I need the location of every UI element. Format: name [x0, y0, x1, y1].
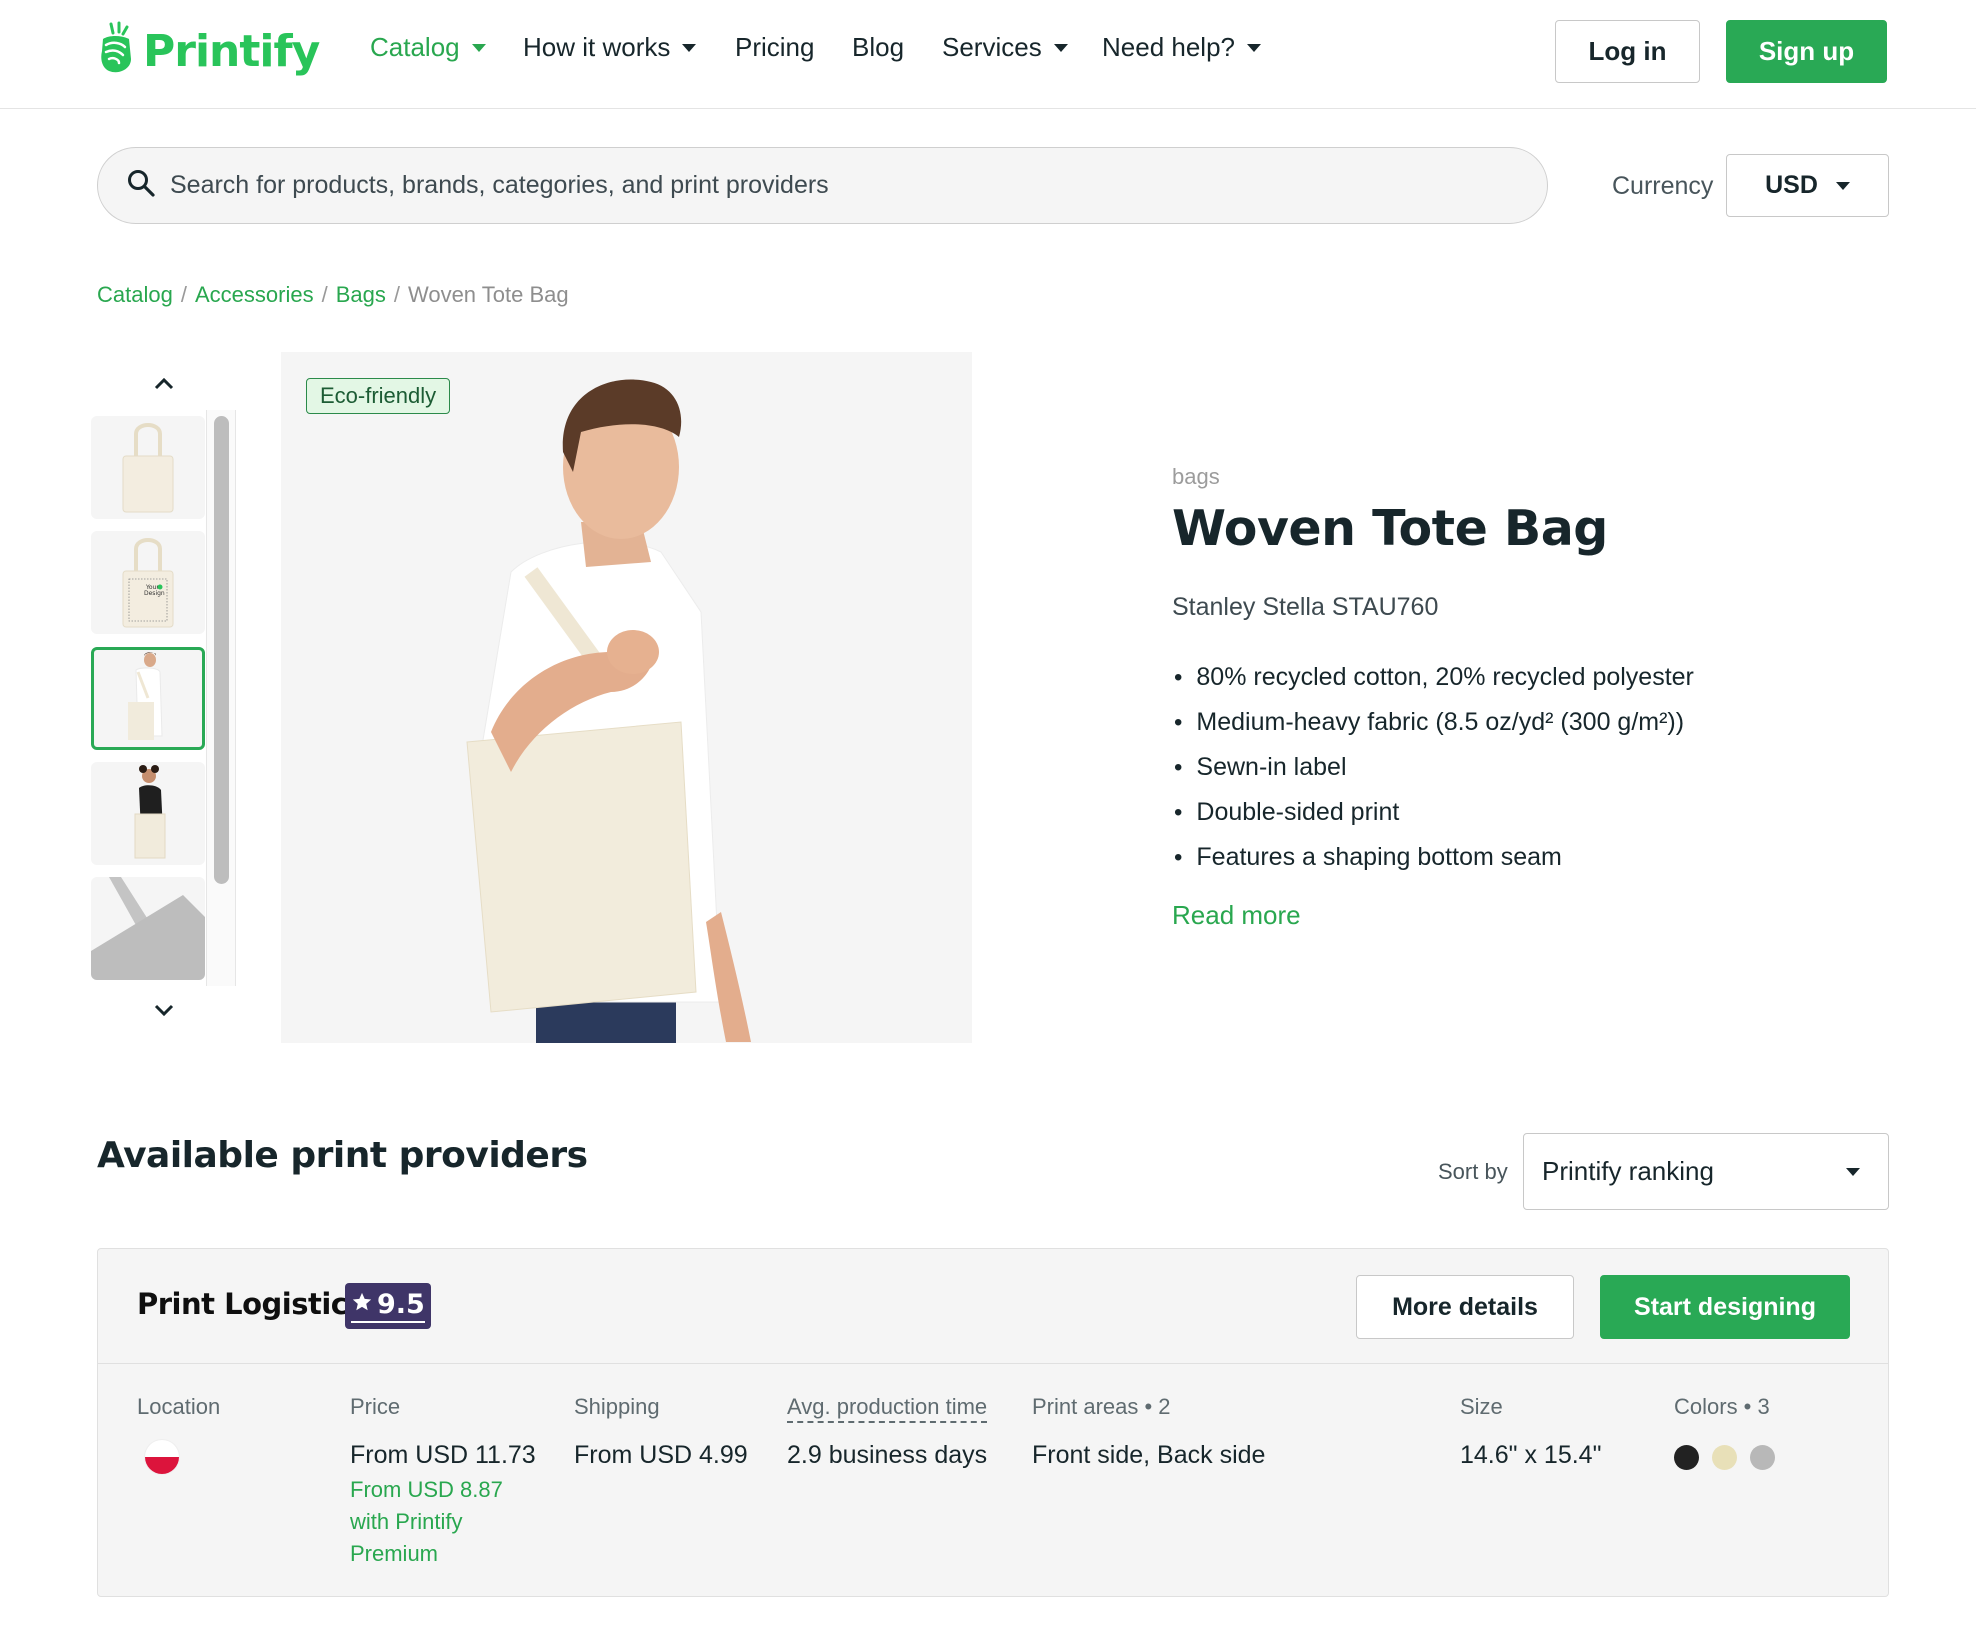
logo-hand-icon: [97, 21, 137, 82]
thumbnail-4[interactable]: [91, 762, 205, 865]
currency-select[interactable]: USD: [1726, 154, 1889, 217]
tote-bag-image: [122, 423, 174, 513]
print-areas-value: Front side, Back side: [1032, 1441, 1266, 1469]
breadcrumb-accessories[interactable]: Accessories: [195, 282, 314, 308]
thumbnails-scrollbar-thumb[interactable]: [214, 416, 229, 884]
product-features-list: 80% recycled cotton, 20% recycled polyes…: [1172, 655, 1694, 880]
breadcrumb-bags[interactable]: Bags: [336, 282, 386, 308]
providers-section-title: Available print providers: [97, 1135, 588, 1176]
color-swatch-natural[interactable]: [1712, 1445, 1737, 1470]
shipping-header: Shipping: [574, 1394, 660, 1419]
breadcrumb-separator: /: [321, 282, 328, 307]
feature-item: 80% recycled cotton, 20% recycled polyes…: [1172, 655, 1693, 700]
breadcrumb-separator: /: [180, 282, 187, 307]
nav-how-it-works-label: How it works: [523, 32, 671, 62]
chevron-down-icon: [682, 43, 697, 52]
location-header: Location: [137, 1394, 221, 1419]
provider-card-divider: [97, 1363, 1889, 1364]
nav-need-help-label: Need help?: [1102, 32, 1235, 62]
nav-services[interactable]: Services: [942, 32, 1068, 63]
breadcrumb-catalog[interactable]: Catalog: [97, 282, 173, 308]
man-with-tote-image: [128, 652, 163, 740]
production-time-value: 2.9 business days: [787, 1441, 988, 1469]
nav-need-help[interactable]: Need help?: [1102, 32, 1261, 63]
color-swatch-black[interactable]: [1674, 1445, 1699, 1470]
size-header: Size: [1460, 1394, 1503, 1419]
product-brand-model: Stanley Stella STAU760: [1172, 593, 1439, 621]
nav-services-label: Services: [942, 32, 1042, 62]
start-designing-button[interactable]: Start designing: [1600, 1275, 1850, 1339]
production-time-header[interactable]: Avg. production time: [787, 1394, 988, 1423]
feature-item: Double-sided print: [1172, 790, 1694, 835]
chevron-down-icon: [1053, 43, 1068, 52]
breadcrumb-separator: /: [393, 282, 400, 307]
search-icon: [126, 168, 156, 203]
breadcrumb-current: Woven Tote Bag: [407, 282, 569, 307]
nav-blog[interactable]: Blog: [852, 32, 904, 63]
eco-friendly-badge: Eco-friendly: [306, 378, 451, 414]
chevron-down-icon: [1835, 181, 1850, 190]
chevron-down-icon: [471, 43, 486, 52]
man-with-tote-bag-photo: [466, 379, 751, 1043]
currency-value: USD: [1765, 171, 1818, 199]
provider-rating-badge[interactable]: 9.5: [345, 1283, 431, 1329]
price-header: Price: [350, 1394, 401, 1419]
chevron-down-icon: [1846, 1167, 1860, 1176]
fabric-closeup-image: [91, 877, 205, 980]
chevron-down-icon: [154, 1004, 174, 1017]
tote-bag-design-image: Your Design: [122, 538, 174, 628]
thumbnails-scroll-up-button[interactable]: [150, 370, 178, 398]
thumbnail-2[interactable]: Your Design: [91, 531, 205, 634]
feature-item: Sewn-in label: [1172, 745, 1694, 790]
svg-text:Design: Design: [144, 590, 165, 597]
star-icon: [351, 1289, 373, 1320]
nav-pricing-label: Pricing: [735, 32, 815, 62]
currency-label: Currency: [1612, 172, 1714, 200]
price-value: From USD 11.73: [350, 1441, 536, 1469]
sort-by-value: Printify ranking: [1542, 1156, 1714, 1186]
more-details-button[interactable]: More details: [1356, 1275, 1574, 1339]
sort-by-select[interactable]: Printify ranking: [1523, 1133, 1889, 1210]
provider-name: Print Logistic: [137, 1287, 348, 1321]
main-product-image[interactable]: [281, 352, 972, 1043]
breadcrumb: Catalog / Accessories / Bags / Woven Tot…: [97, 282, 569, 308]
nav-blog-label: Blog: [852, 32, 905, 62]
premium-price-link[interactable]: From USD 8.87 with Printify Premium: [350, 1474, 510, 1570]
nav-pricing[interactable]: Pricing: [735, 32, 814, 63]
thumbnail-1[interactable]: [91, 416, 205, 519]
thumbnail-5[interactable]: [91, 877, 205, 980]
print-areas-header: Print areas • 2: [1032, 1394, 1171, 1419]
login-button[interactable]: Log in: [1555, 20, 1700, 83]
thumbnail-3[interactable]: [91, 647, 205, 750]
feature-item: Features a shaping bottom seam: [1172, 835, 1694, 880]
feature-item: Medium-heavy fabric (8.5 oz/yd² (300 g/m…: [1172, 700, 1694, 745]
logo-text: Printify: [143, 25, 320, 77]
product-category: bags: [1172, 464, 1220, 489]
shipping-value: From USD 4.99: [574, 1441, 748, 1469]
thumbnails-scroll-down-button[interactable]: [150, 996, 178, 1024]
chevron-down-icon: [1247, 43, 1261, 52]
nav-catalog[interactable]: Catalog: [370, 32, 486, 63]
size-value: 14.6" x 15.4": [1460, 1441, 1602, 1469]
colors-header: Colors • 3: [1674, 1394, 1770, 1419]
nav-catalog-label: Catalog: [370, 32, 460, 62]
poland-flag-icon: [145, 1440, 179, 1474]
read-more-link[interactable]: Read more: [1172, 900, 1301, 931]
woman-with-tote-image: [134, 765, 166, 859]
product-title: Woven Tote Bag: [1172, 500, 1608, 557]
nav-how-it-works[interactable]: How it works: [523, 32, 697, 63]
sort-by-label: Sort by: [1438, 1159, 1508, 1184]
printify-logo[interactable]: Printify: [97, 20, 320, 82]
search-bar[interactable]: [97, 147, 1548, 224]
color-swatch-grey[interactable]: [1750, 1445, 1775, 1470]
signup-button[interactable]: Sign up: [1726, 20, 1887, 83]
top-header: Printify Catalog How it works Pricing Bl…: [0, 0, 1976, 109]
chevron-up-icon: [154, 377, 174, 390]
search-input[interactable]: [170, 171, 1470, 200]
provider-rating-value: 9.5: [377, 1289, 425, 1320]
